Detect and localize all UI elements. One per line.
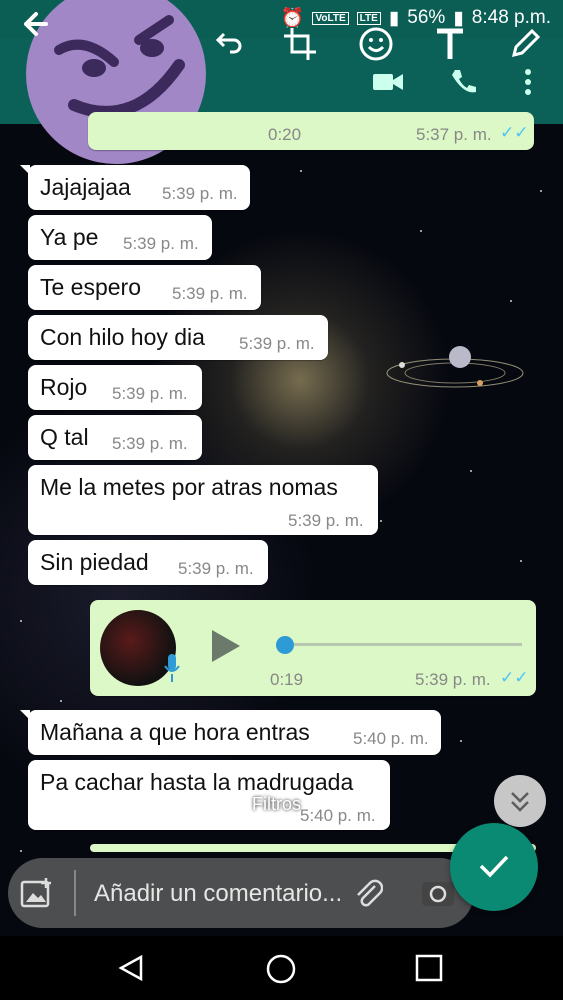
voice-duration: 0:20: [268, 125, 302, 144]
message-text: Me la metes por atras nomas: [40, 474, 338, 500]
message-time: 5:40 p. m.: [353, 729, 429, 748]
message-text: Sin piedad: [40, 549, 149, 575]
voice-progress-track[interactable]: [278, 643, 522, 646]
emoji-icon[interactable]: [356, 24, 396, 64]
back-nav-icon[interactable]: [117, 953, 147, 988]
text-tool-icon[interactable]: [430, 24, 470, 64]
message-bubble[interactable]: Q tal 5:39 p. m.: [28, 415, 202, 460]
phone-icon: [444, 62, 484, 102]
filters-label[interactable]: Filtros: [252, 794, 301, 815]
message-time: 5:39 p. m.: [123, 234, 199, 253]
chevron-up-icon: ︿: [270, 758, 287, 775]
navigation-bar: [0, 936, 563, 1000]
message-text: Q tal: [40, 424, 89, 450]
message-bubble[interactable]: Mañana a que hora entras 5:40 p. m.: [20, 710, 441, 755]
play-icon[interactable]: [208, 628, 242, 669]
message-time: 5:39 p. m.: [112, 384, 188, 403]
message-bubble[interactable]: Me la metes por atras nomas 5:39 p. m.: [28, 465, 378, 535]
lte-badge: LTE: [356, 11, 381, 25]
message-time: 5:39 p. m.: [162, 184, 238, 203]
comment-input-bar[interactable]: Añadir un comentario...: [8, 858, 474, 928]
pencil-icon[interactable]: [505, 24, 545, 64]
message-bubble[interactable]: Con hilo hoy dia 5:39 p. m.: [28, 315, 328, 360]
scroll-down-button[interactable]: [494, 775, 546, 827]
more-options-icon: [508, 62, 548, 102]
message-text: Rojo: [40, 374, 88, 400]
message-time: 5:39 p. m.: [239, 334, 315, 353]
message-bubble[interactable]: Jajajajaa 5:39 p. m.: [20, 165, 250, 210]
message-bubble[interactable]: Pa cachar hasta la madrugada 5:40 p. m.: [28, 760, 390, 830]
volte-badge: VoLTE: [312, 11, 349, 25]
message-text: Mañana a que hora entras: [40, 719, 310, 745]
voice-duration: 0:19: [270, 670, 304, 689]
message-time: 5:39 p. m.: [172, 284, 248, 303]
message-text: Ya pe: [40, 224, 99, 250]
mic-icon: [162, 652, 182, 691]
message-time: 5:39 p. m.: [112, 434, 188, 453]
message-time: 5:39 p. m.: [288, 511, 364, 530]
add-image-icon[interactable]: [20, 876, 54, 915]
message-time: 5:40 p. m.: [300, 806, 376, 825]
double-check-icon: ✓✓: [500, 123, 529, 142]
message-time: 5:37 p. m.: [416, 125, 492, 144]
crop-icon[interactable]: [280, 24, 320, 64]
message-text: Te espero: [40, 274, 142, 300]
video-call-icon: [368, 62, 408, 102]
recents-nav-icon[interactable]: [414, 953, 444, 988]
message-bubble[interactable]: Ya pe 5:39 p. m.: [28, 215, 212, 260]
divider: [74, 870, 76, 916]
message-bubble[interactable]: Rojo 5:39 p. m.: [28, 365, 202, 410]
message-text: Jajajajaa: [40, 174, 131, 200]
comment-input[interactable]: Añadir un comentario...: [94, 880, 342, 908]
message-time: 5:39 p. m.: [415, 670, 491, 689]
double-check-icon: ✓✓: [500, 668, 529, 687]
camera-icon[interactable]: [420, 876, 456, 913]
send-button[interactable]: [450, 823, 538, 911]
attach-icon[interactable]: [353, 878, 384, 913]
message-text: Con hilo hoy dia: [40, 324, 205, 350]
voice-progress-knob[interactable]: [276, 636, 295, 654]
message-text: Pa cachar hasta la madrugada: [40, 769, 354, 795]
message-bubble[interactable]: Sin piedad 5:39 p. m.: [28, 540, 268, 585]
message-time: 5:39 p. m.: [178, 559, 254, 578]
home-nav-icon[interactable]: [265, 953, 297, 990]
voice-message-partial[interactable]: 0:20 5:37 p. m. ✓✓: [88, 112, 534, 150]
message-bubble[interactable]: Te espero 5:39 p. m.: [28, 265, 261, 310]
voice-message[interactable]: 0:19 5:39 p. m. ✓✓: [90, 600, 536, 696]
planet-rings-decoration: [386, 346, 524, 388]
